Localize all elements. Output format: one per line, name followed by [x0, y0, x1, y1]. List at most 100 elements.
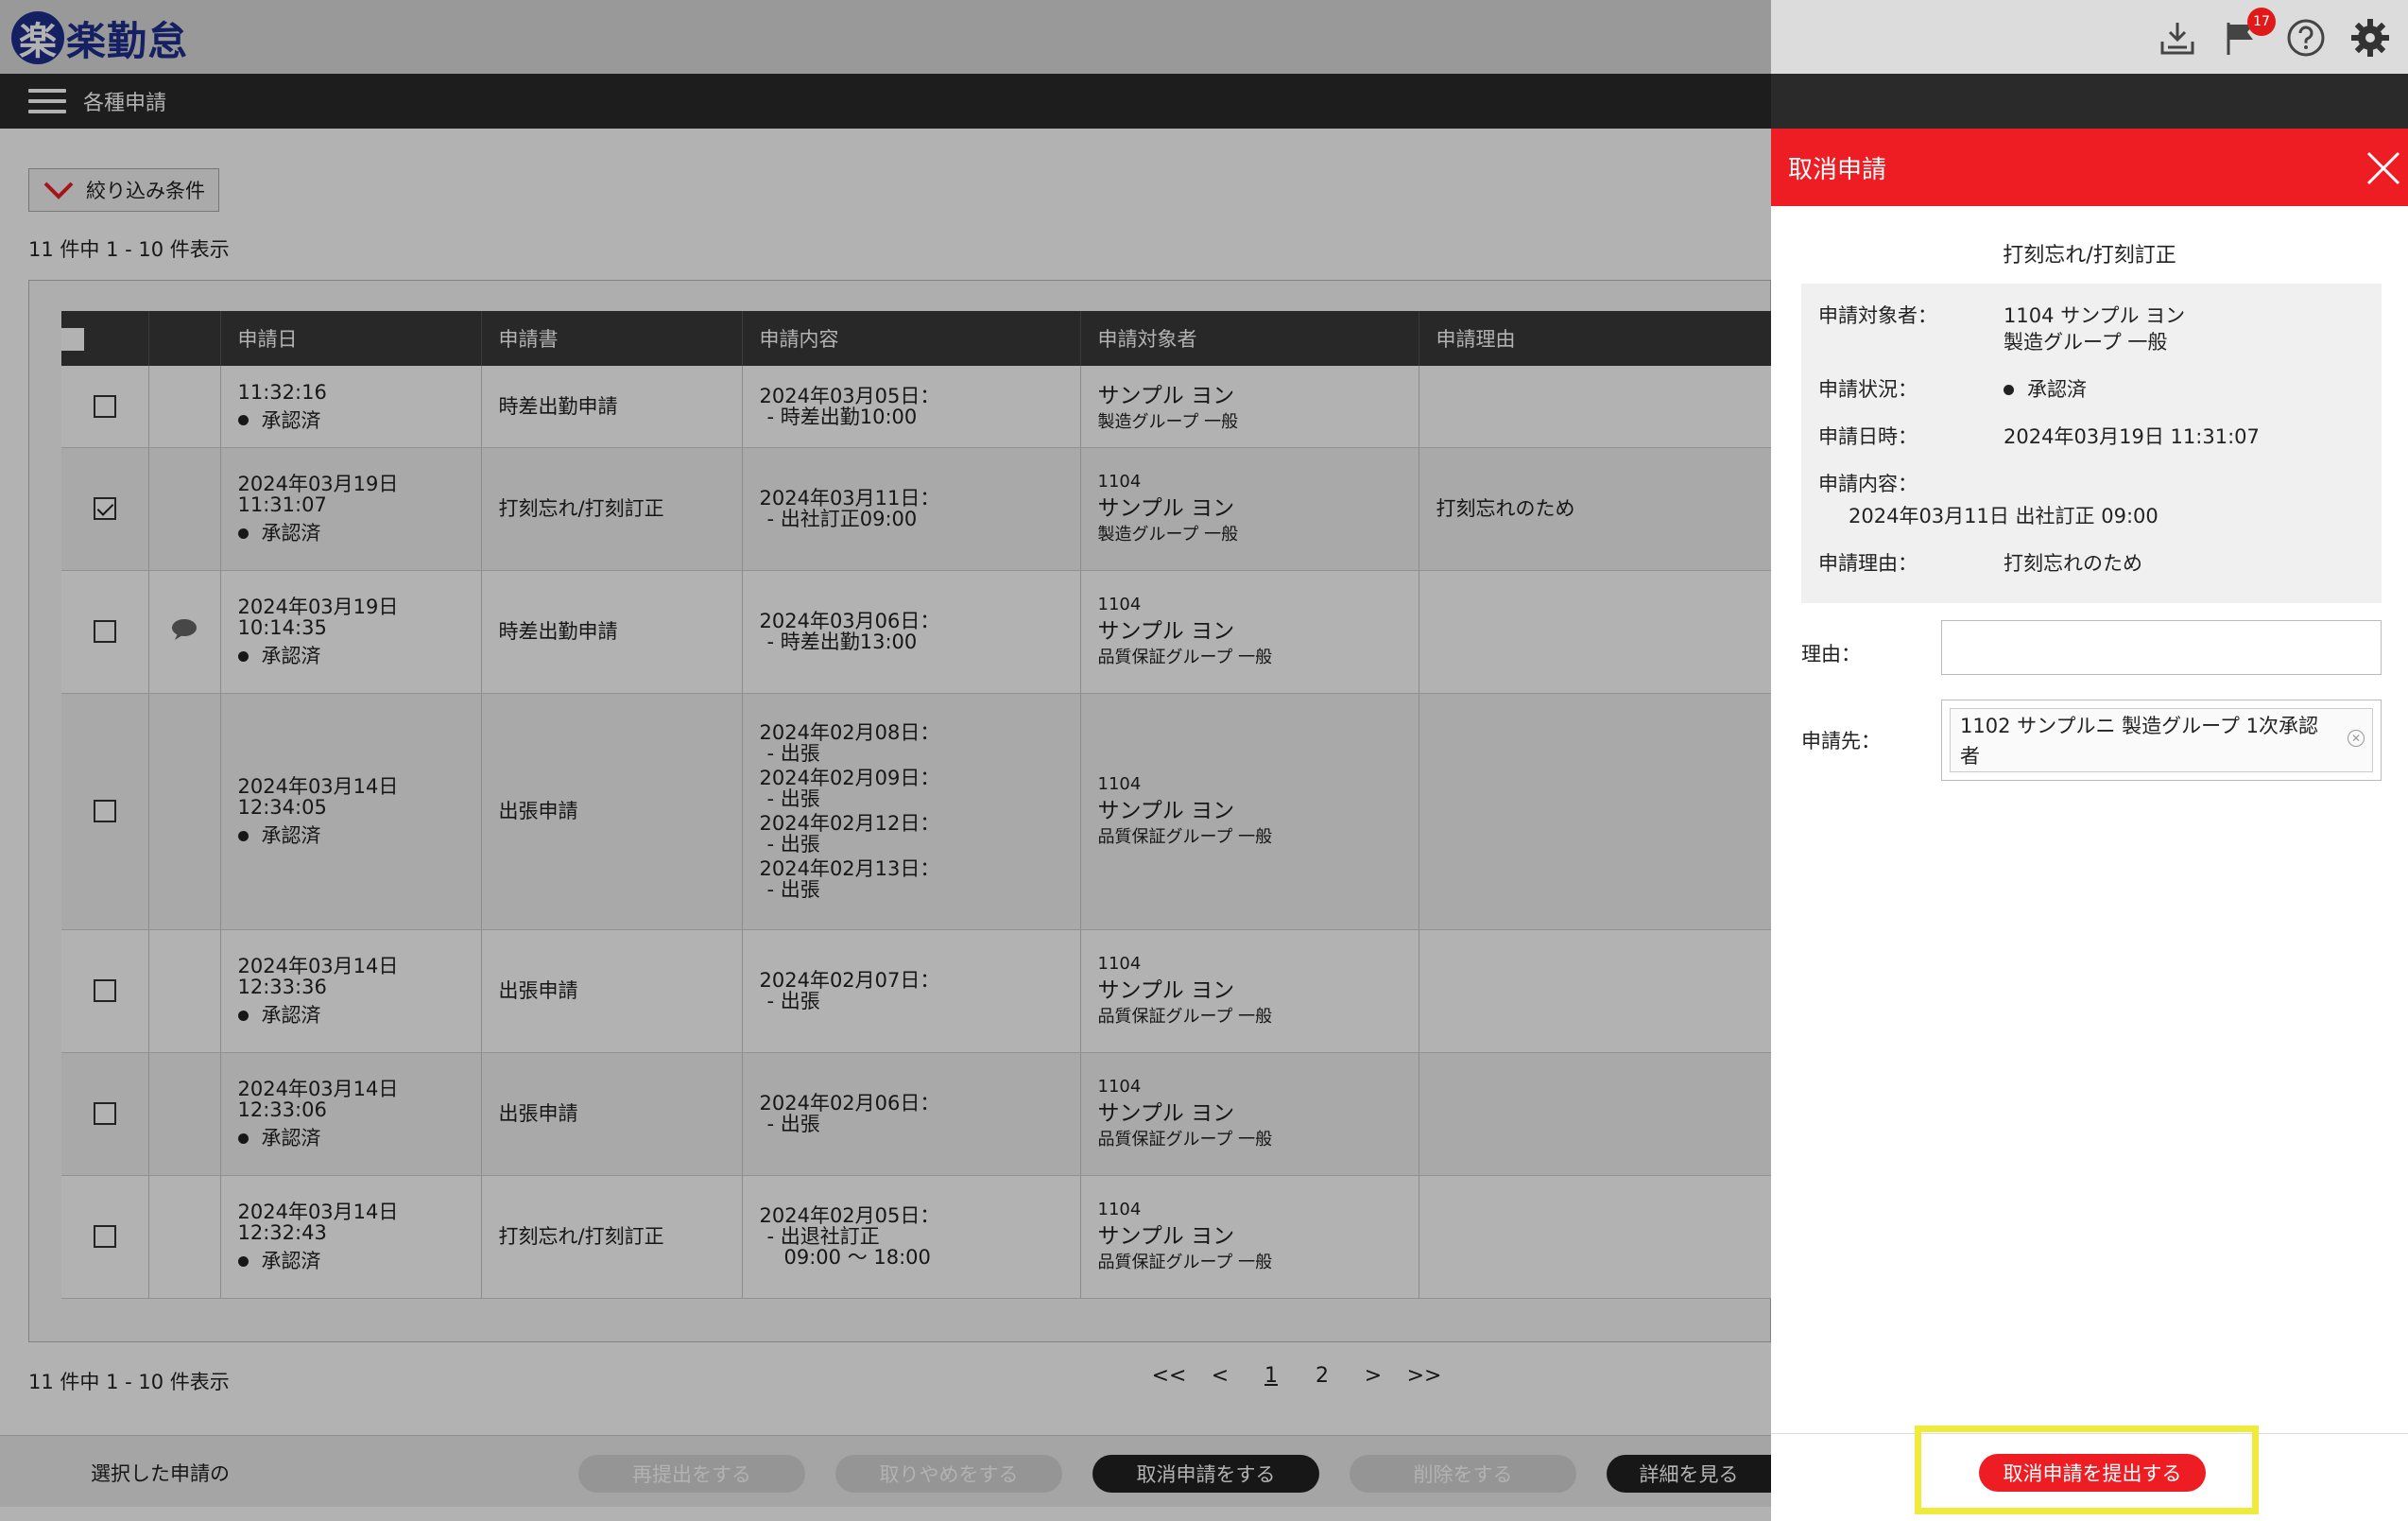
row-checkbox[interactable] [93, 620, 116, 643]
comment-cell [148, 1052, 221, 1176]
row-checkbox[interactable] [93, 394, 116, 418]
panel-header: 取消申請 [1771, 129, 2408, 206]
content-item: 2024年03月06日： - 時差出勤13:00 [760, 611, 1080, 652]
request-date: 2024年03月19日 [237, 596, 399, 618]
table-row[interactable]: 2024年03月19日 10:14:35 承認済 時差出勤申請 2024年03月06日：… [61, 570, 1773, 694]
page-next-link[interactable]: > [1348, 1364, 1399, 1388]
employee-number: 1104 [1097, 954, 1142, 974]
row-checkbox[interactable] [93, 1102, 116, 1125]
destination-select[interactable]: 1102 サンプルニ 製造グループ 1次承認者 ✕ [1941, 700, 2382, 781]
page-prev-link[interactable]: < [1195, 1364, 1246, 1388]
reason-cell [1419, 693, 1773, 930]
row-checkbox-cell [61, 366, 149, 448]
flag-icon[interactable]: 17 [2221, 8, 2276, 59]
filter-label: 絞り込み条件 [86, 180, 205, 202]
filter-toggle-button[interactable]: 絞り込み条件 [28, 168, 219, 212]
status-dot-icon [237, 650, 249, 662]
row-checkbox[interactable] [93, 800, 116, 822]
table-row[interactable]: 2024年03月14日 12:33:36 承認済 出張申請 2024年02月07日： - … [61, 929, 1773, 1053]
app-logo[interactable]: 楽 楽勤怠 [11, 11, 188, 64]
delete-button[interactable]: 削除をする [1350, 1455, 1576, 1493]
column-header-form[interactable]: 申請書 [481, 311, 743, 366]
info-content-value: 2024年03月11日 出社訂正 09:00 [1849, 505, 2159, 527]
content-detail: - 出張 [766, 833, 820, 856]
status-dot-icon [237, 527, 249, 539]
action-bar-label: 選択した申請の [91, 1462, 230, 1485]
form-cell: 出張申請 [481, 1052, 743, 1176]
page-last-link[interactable]: >> [1399, 1364, 1450, 1388]
status-dot-icon [237, 415, 249, 426]
main-content: 絞り込み条件 11 件中 1 - 10 件表示 申請日 申請書 申請内容 申請対… [0, 129, 1773, 1471]
table-row[interactable]: 2024年03月19日 11:31:07 承認済 打刻忘れ/打刻訂正 2024年03月1… [61, 447, 1773, 571]
content-detail: - 出退社訂正 [766, 1225, 880, 1248]
request-time: 12:33:06 [237, 1098, 327, 1121]
table-body: 11:32:16 承認済 時差出勤申請 2024年03月05日： - 時差出勤10:00… [61, 366, 1773, 1299]
hamburger-menu-icon[interactable] [28, 89, 66, 113]
status-text: 承認済 [261, 1004, 321, 1027]
status-line: 承認済 [237, 410, 481, 431]
select-all-cell [61, 311, 149, 366]
employee-number: 1104 [1097, 472, 1142, 492]
row-checkbox[interactable] [93, 1225, 116, 1248]
nav-bar: 各種申請 [0, 74, 2408, 129]
destination-field-label: 申請先： [1801, 730, 1881, 752]
table-header-row: 申請日 申請書 申請内容 申請対象者 申請理由 [61, 311, 1773, 366]
destination-chip: 1102 サンプルニ 製造グループ 1次承認者 ✕ [1950, 708, 2373, 772]
gear-icon[interactable] [2349, 17, 2391, 59]
content-item: 2024年02月07日： - 出張 [760, 970, 1080, 1011]
table-row[interactable]: 2024年03月14日 12:33:06 承認済 出張申請 2024年02月06日： - … [61, 1052, 1773, 1176]
view-details-button[interactable]: 詳細を見る [1607, 1455, 1771, 1493]
page-first-link[interactable]: << [1144, 1364, 1195, 1388]
content-item: 2024年02月09日： - 出張 [760, 768, 1080, 809]
status-text: 承認済 [261, 1127, 321, 1149]
content-detail: - 出張 [766, 742, 820, 765]
download-tray-icon[interactable] [2157, 17, 2198, 59]
info-reason: 申請理由： 打刻忘れのため [1818, 550, 2365, 577]
content-cell: 2024年03月06日： - 時差出勤13:00 [742, 570, 1081, 694]
page-link-2[interactable]: 2 [1297, 1364, 1348, 1388]
info-target: 申請対象者： 1104 サンプル ヨン 製造グループ 一般 [1818, 302, 2365, 355]
form-cell: 打刻忘れ/打刻訂正 [481, 1175, 743, 1299]
table-container: 申請日 申請書 申請内容 申請対象者 申請理由 11:32:16 承認済 時差出勤申… [28, 280, 1773, 1342]
column-header-reason[interactable]: 申請理由 [1419, 311, 1773, 366]
table-row[interactable]: 2024年03月14日 12:34:05 承認済 出張申請 2024年02月08日： - … [61, 693, 1773, 930]
comment-cell [148, 447, 221, 571]
column-header-target[interactable]: 申請対象者 [1080, 311, 1419, 366]
request-date: 2024年03月14日 [237, 775, 399, 798]
info-target-label: 申請対象者： [1818, 304, 1937, 327]
row-checkbox[interactable] [93, 979, 116, 1002]
content-item: 2024年02月06日： - 出張 [760, 1093, 1080, 1134]
remove-chip-icon[interactable]: ✕ [2348, 730, 2365, 747]
page-link-1[interactable]: 1 [1246, 1364, 1297, 1388]
column-header-content[interactable]: 申請内容 [742, 311, 1081, 366]
select-all-checkbox[interactable] [61, 327, 84, 351]
request-time: 12:32:43 [237, 1221, 327, 1244]
cancel-request-button[interactable]: 取消申請をする [1092, 1455, 1319, 1493]
column-header-date[interactable]: 申請日 [220, 311, 482, 366]
content-cell: 2024年02月05日： - 出退社訂正 09:00 ～ 18:00 [742, 1175, 1081, 1299]
top-header: 楽 楽勤怠 17 [0, 0, 2408, 74]
table-row[interactable]: 11:32:16 承認済 時差出勤申請 2024年03月05日： - 時差出勤10:00… [61, 366, 1773, 448]
row-checkbox-cell [61, 570, 149, 694]
content-detail: - 出張 [766, 787, 820, 810]
content-item: 2024年02月05日： - 出退社訂正 09:00 ～ 18:00 [760, 1205, 1080, 1268]
content-detail: - 出張 [766, 878, 820, 901]
employee-number: 1104 [1097, 1077, 1142, 1097]
comment-cell [148, 570, 221, 694]
employee-name: サンプル ヨン [1097, 978, 1235, 1003]
employee-group: 品質保証グループ 一般 [1097, 1253, 1273, 1272]
target-cell: 1104 サンプル ヨン 品質保証グループ 一般 [1080, 1052, 1419, 1176]
resubmit-button[interactable]: 再提出をする [578, 1455, 805, 1493]
comment-bubble-icon[interactable] [170, 618, 198, 641]
help-icon[interactable] [2285, 17, 2327, 59]
close-icon[interactable] [2363, 147, 2404, 189]
content-date: 2024年02月13日： [759, 857, 940, 880]
submit-cancel-request-button[interactable]: 取消申請を提出する [1979, 1454, 2206, 1492]
content-date: 2024年02月06日： [759, 1092, 940, 1115]
status-text: 承認済 [261, 824, 321, 847]
row-checkbox[interactable] [93, 497, 116, 520]
employee-number: 1104 [1097, 595, 1142, 614]
withdraw-button[interactable]: 取りやめをする [835, 1455, 1062, 1493]
reason-input[interactable] [1941, 620, 2382, 675]
table-row[interactable]: 2024年03月14日 12:32:43 承認済 打刻忘れ/打刻訂正 2024年02月0… [61, 1175, 1773, 1299]
